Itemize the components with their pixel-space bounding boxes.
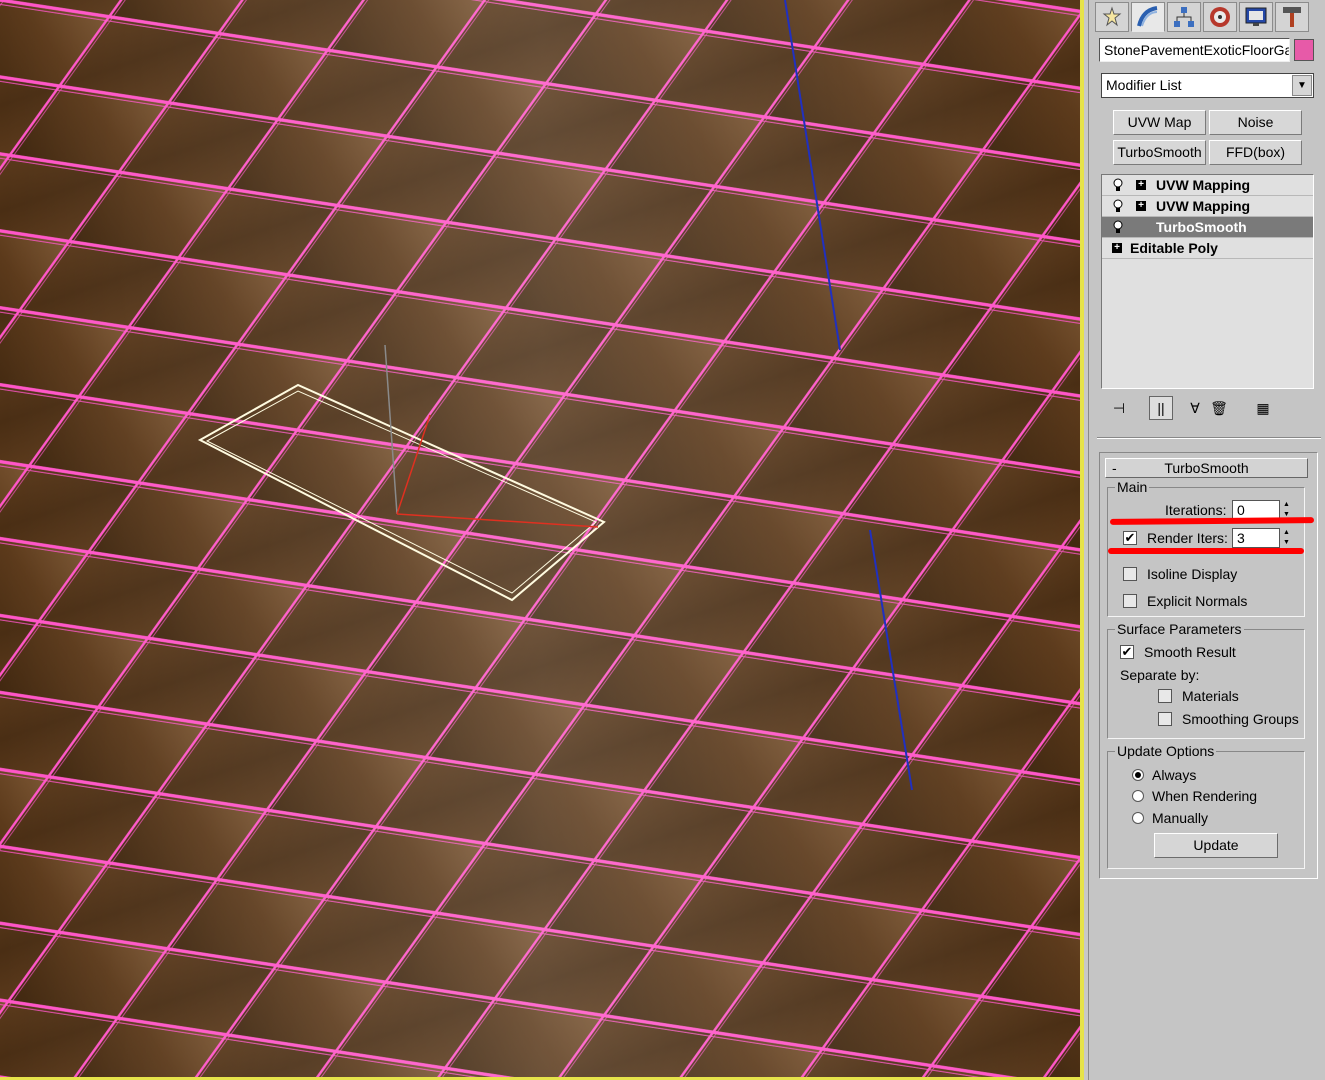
- motion-icon: [1210, 7, 1230, 27]
- tab-utilities[interactable]: [1275, 2, 1309, 32]
- manually-label: Manually: [1152, 810, 1209, 826]
- viewport-render: [0, 0, 1080, 1077]
- lightbulb-icon[interactable]: [1112, 178, 1124, 192]
- smoothing-groups-checkbox[interactable]: [1158, 712, 1172, 726]
- lightbulb-icon[interactable]: [1112, 220, 1124, 234]
- modifier-list-label: Modifier List: [1106, 77, 1182, 93]
- spinner-arrows-icon[interactable]: ▲ ▼: [1280, 528, 1293, 548]
- tab-create[interactable]: [1095, 2, 1129, 32]
- create-icon: [1102, 6, 1122, 27]
- stack-item-turbosmooth[interactable]: TurboSmooth: [1102, 217, 1313, 238]
- show-end-result-button[interactable]: ||: [1149, 396, 1173, 420]
- expand-icon[interactable]: +: [1112, 243, 1122, 253]
- materials-label: Materials: [1182, 688, 1239, 704]
- app-window: StonePavementExoticFloorGa Modifier List…: [0, 0, 1325, 1080]
- render-iters-label: Render Iters:: [1147, 530, 1228, 546]
- always-radio[interactable]: [1132, 769, 1144, 781]
- isoline-display-checkbox[interactable]: [1123, 567, 1137, 581]
- stack-item-uvw-mapping-2[interactable]: + UVW Mapping: [1102, 196, 1313, 217]
- smooth-result-label: Smooth Result: [1144, 644, 1236, 660]
- trash-icon: 🗑: [1210, 399, 1228, 416]
- command-panel-tabs: [1095, 2, 1309, 32]
- always-label: Always: [1152, 767, 1197, 783]
- render-iters-checkbox[interactable]: ✔: [1123, 531, 1137, 545]
- hierarchy-icon: [1174, 7, 1194, 27]
- collapse-icon: -: [1112, 460, 1117, 476]
- tab-motion[interactable]: [1203, 2, 1237, 32]
- tab-display[interactable]: [1239, 2, 1273, 32]
- explicit-normals-checkbox[interactable]: [1123, 594, 1137, 608]
- perspective-viewport[interactable]: [0, 0, 1084, 1080]
- object-color-swatch[interactable]: [1294, 39, 1314, 61]
- modify-icon: [1137, 6, 1158, 27]
- surface-parameters-group: Surface Parameters ✔ Smooth Result Separ…: [1107, 621, 1305, 739]
- command-panel: StonePavementExoticFloorGa Modifier List…: [1088, 0, 1325, 1080]
- stack-toolbar: ⊣ || ∀ 🗑 ▦: [1101, 395, 1314, 421]
- stack-item-uvw-mapping-1[interactable]: + UVW Mapping: [1102, 175, 1313, 196]
- expand-icon[interactable]: +: [1136, 201, 1146, 211]
- manually-radio[interactable]: [1132, 812, 1144, 824]
- stack-item-label: Editable Poly: [1130, 240, 1218, 256]
- utilities-icon: [1283, 7, 1301, 27]
- render-iters-input[interactable]: 3: [1232, 528, 1280, 548]
- render-iters-spinner[interactable]: 3 ▲ ▼: [1232, 528, 1294, 548]
- rollout-title: TurboSmooth: [1164, 460, 1249, 476]
- update-button[interactable]: Update: [1154, 833, 1278, 858]
- panel-divider: [1097, 437, 1321, 439]
- display-icon: [1245, 7, 1267, 26]
- turbosmooth-rollout: - TurboSmooth Main Iterations: 0 ▲ ▼ ✔ Re…: [1099, 452, 1318, 879]
- modifier-list-dropdown[interactable]: Modifier List ▼: [1101, 73, 1314, 98]
- stack-item-editable-poly[interactable]: + Editable Poly: [1102, 238, 1313, 259]
- turbosmooth-button[interactable]: TurboSmooth: [1113, 140, 1206, 165]
- tab-modify[interactable]: [1131, 2, 1165, 32]
- expand-icon[interactable]: +: [1136, 180, 1146, 190]
- make-unique-button[interactable]: ∀: [1183, 396, 1207, 420]
- isoline-display-label: Isoline Display: [1147, 566, 1238, 582]
- object-name-field[interactable]: StonePavementExoticFloorGa: [1099, 38, 1290, 62]
- configure-icon: ▦: [1256, 399, 1270, 416]
- modifier-stack: + UVW Mapping + UVW Mapping TurboSmooth …: [1101, 174, 1314, 389]
- make-unique-icon: ∀: [1190, 399, 1200, 416]
- stack-item-label: UVW Mapping: [1156, 177, 1251, 193]
- explicit-normals-label: Explicit Normals: [1147, 593, 1248, 609]
- group-label: Main: [1115, 479, 1150, 495]
- lightbulb-icon[interactable]: [1112, 199, 1124, 213]
- ffd-box-button[interactable]: FFD(box): [1209, 140, 1302, 165]
- materials-checkbox[interactable]: [1158, 689, 1172, 703]
- when-rendering-radio[interactable]: [1132, 790, 1144, 802]
- rollout-header[interactable]: - TurboSmooth: [1105, 458, 1308, 478]
- chevron-down-icon[interactable]: ▼: [1292, 75, 1312, 96]
- iterations-label: Iterations:: [1165, 502, 1227, 518]
- group-label: Surface Parameters: [1115, 621, 1244, 637]
- configure-sets-button[interactable]: ▦: [1251, 396, 1275, 420]
- pin-stack-button[interactable]: ⊣: [1107, 396, 1131, 420]
- smooth-result-checkbox[interactable]: ✔: [1120, 645, 1134, 659]
- noise-button[interactable]: Noise: [1209, 110, 1302, 135]
- remove-modifier-button[interactable]: 🗑: [1207, 396, 1231, 420]
- stack-item-label: UVW Mapping: [1156, 198, 1251, 214]
- stack-item-label: TurboSmooth: [1156, 219, 1247, 235]
- pin-icon: ⊣: [1112, 399, 1126, 416]
- red-annotation-line: [1108, 548, 1304, 554]
- end-result-icon: ||: [1157, 400, 1165, 416]
- tab-hierarchy[interactable]: [1167, 2, 1201, 32]
- separate-by-label: Separate by:: [1120, 667, 1200, 683]
- group-label: Update Options: [1115, 743, 1217, 759]
- uvw-map-button[interactable]: UVW Map: [1113, 110, 1206, 135]
- smoothing-groups-label: Smoothing Groups: [1182, 711, 1299, 727]
- when-rendering-label: When Rendering: [1152, 788, 1258, 804]
